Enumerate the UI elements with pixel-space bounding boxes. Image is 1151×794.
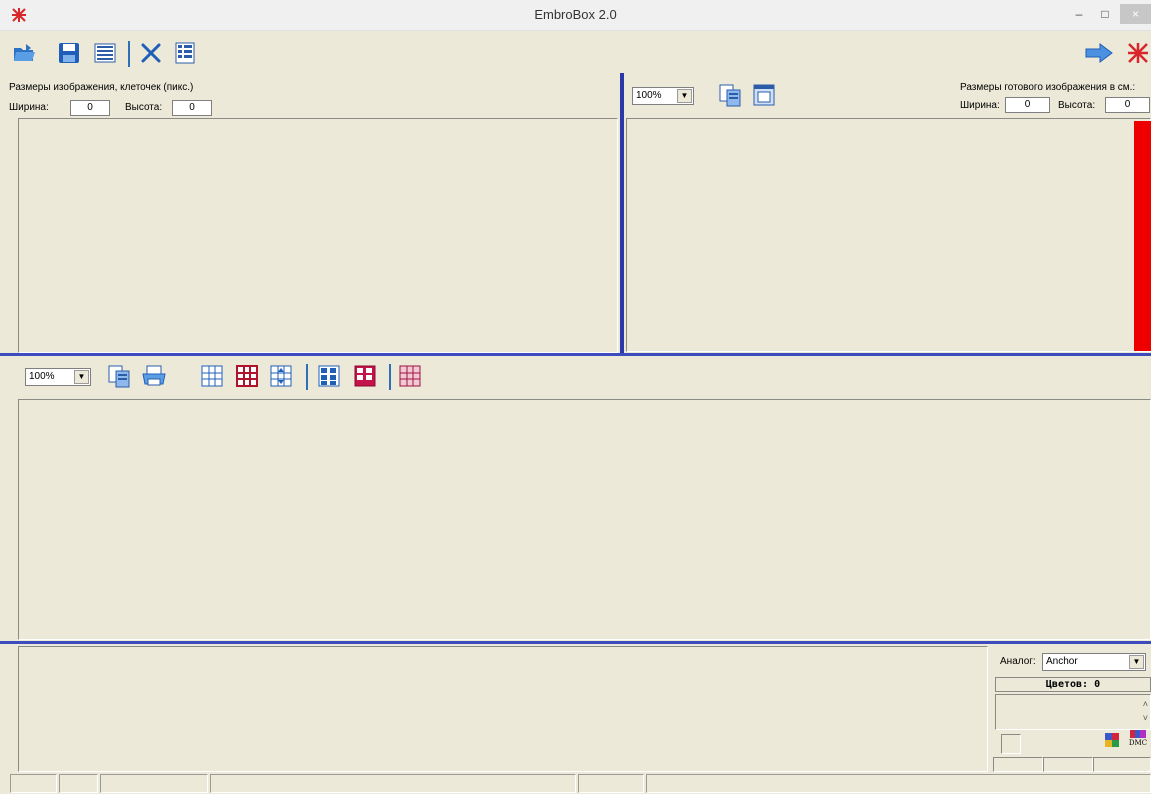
status-cell	[210, 774, 576, 793]
symbols-grid-icon[interactable]	[318, 365, 340, 387]
next-arrow-icon[interactable]	[1084, 41, 1114, 65]
embroidery-logo-icon[interactable]	[1126, 41, 1150, 65]
settings-tools-icon[interactable]	[139, 41, 163, 65]
grid-icon[interactable]	[201, 365, 223, 387]
source-image-canvas[interactable]	[18, 118, 618, 353]
result-image-canvas[interactable]	[626, 118, 1151, 352]
palette-list-icon[interactable]	[173, 41, 197, 65]
result-zoom-value: 100%	[636, 90, 662, 101]
result-width-field[interactable]: 0	[1005, 97, 1050, 113]
status-cell	[578, 774, 644, 793]
window-title: EmbroBox 2.0	[534, 7, 617, 22]
chevron-down-icon: ▼	[1129, 655, 1144, 669]
save-icon[interactable]	[57, 41, 81, 65]
copy-image-icon[interactable]	[718, 83, 742, 107]
status-cell	[646, 774, 1151, 793]
dmc-label: DMC	[1128, 739, 1148, 747]
color-swatch[interactable]	[1001, 734, 1021, 754]
palette-info-cell	[1093, 757, 1151, 772]
minimize-button[interactable]: –	[1068, 4, 1090, 24]
source-width-field[interactable]: 0	[70, 100, 110, 116]
analog-select[interactable]: Anchor ▼	[1042, 653, 1146, 671]
dmc-colors-icon	[1130, 730, 1146, 738]
analog-label: Аналог:	[1000, 656, 1036, 667]
colors-list[interactable]: ˄ ˅	[995, 694, 1151, 730]
status-cell	[10, 774, 57, 793]
scheme-canvas[interactable]	[18, 399, 1151, 640]
palette-info-cell	[993, 757, 1043, 772]
source-width-label: Ширина:	[9, 102, 49, 113]
result-height-field[interactable]: 0	[1105, 97, 1150, 113]
result-zoom-select[interactable]: 100% ▼	[632, 87, 694, 105]
title-bar: EmbroBox 2.0 – □ ×	[0, 0, 1151, 31]
source-image-panel: Размеры изображения, клеточек (пикс.) Ши…	[0, 73, 620, 354]
colors-count-header: Цветов: 0	[995, 677, 1151, 692]
maximize-button[interactable]: □	[1094, 4, 1116, 24]
palette-area[interactable]	[18, 646, 988, 772]
toolbar-separator	[306, 364, 308, 390]
export-scheme-icon[interactable]	[399, 365, 421, 387]
scheme-zoom-select[interactable]: 100% ▼	[25, 368, 91, 386]
red-grid-icon[interactable]	[236, 365, 258, 387]
source-size-heading: Размеры изображения, клеточек (пикс.)	[9, 82, 194, 93]
open-folder-icon[interactable]	[12, 41, 36, 65]
scroll-arrows-icon[interactable]: ˄ ˅	[1143, 697, 1148, 725]
status-cell	[100, 774, 208, 793]
color-scale-strip	[1134, 121, 1151, 351]
scheme-panel: 100% ▼	[0, 356, 1151, 641]
result-image-panel: 100% ▼ Размеры готового изображения в см…	[624, 73, 1151, 354]
chevron-down-icon: ▼	[74, 370, 89, 384]
result-size-heading: Размеры готового изображения в см.:	[960, 82, 1136, 93]
fit-window-icon[interactable]	[752, 83, 776, 107]
result-height-label: Высота:	[1058, 100, 1096, 111]
color-symbols-grid-icon[interactable]	[354, 365, 376, 387]
toolbar-separator	[128, 41, 130, 67]
main-toolbar	[0, 31, 1151, 73]
center-grid-icon[interactable]	[270, 365, 292, 387]
analog-value: Anchor	[1046, 656, 1078, 667]
status-cell	[59, 774, 98, 793]
close-button[interactable]: ×	[1120, 4, 1151, 24]
grid-table-icon[interactable]	[93, 41, 117, 65]
print-icon[interactable]	[141, 364, 167, 388]
copy-scheme-icon[interactable]	[107, 364, 131, 388]
chevron-down-icon: ▼	[677, 89, 692, 103]
toolbar-separator	[389, 364, 391, 390]
palette-grid-icon[interactable]	[1104, 732, 1120, 748]
palette-panel: Аналог: Anchor ▼ ˄ ˅ DMC	[0, 644, 1151, 774]
scheme-zoom-value: 100%	[29, 371, 55, 382]
source-height-label: Высота:	[125, 102, 163, 113]
dmc-button[interactable]: DMC	[1128, 730, 1148, 752]
palette-info-cell	[1043, 757, 1093, 772]
source-height-field[interactable]: 0	[172, 100, 212, 116]
result-width-label: Ширина:	[960, 100, 1000, 111]
